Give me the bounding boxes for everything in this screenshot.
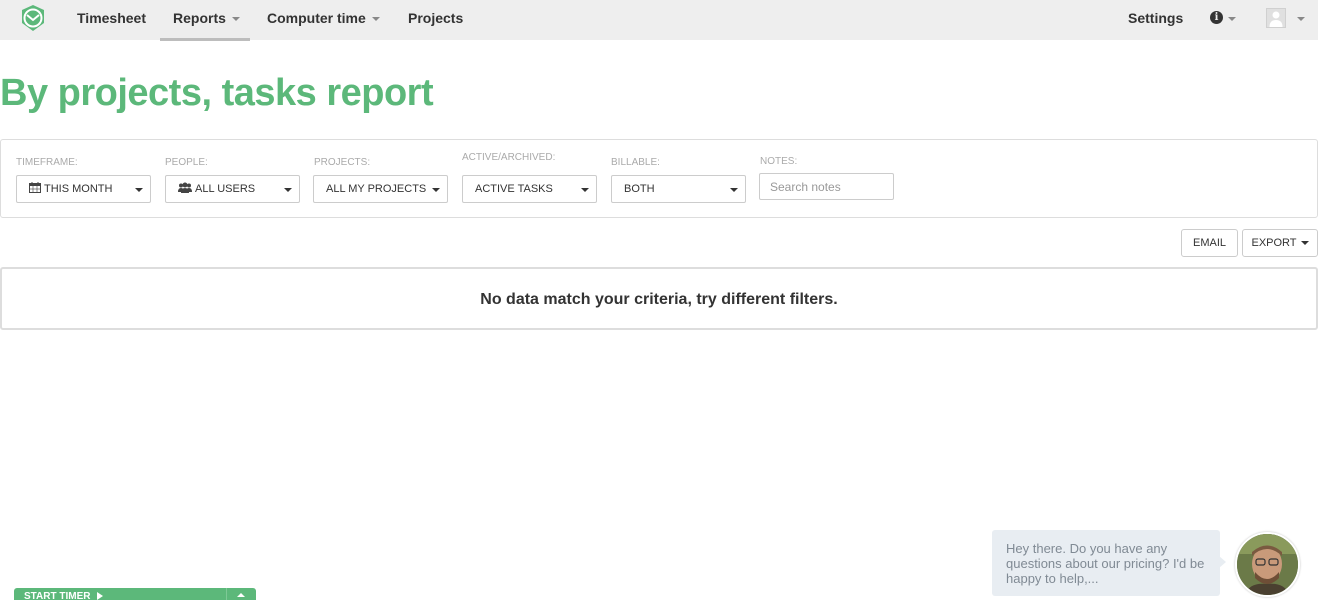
chevron-down-icon <box>432 188 440 192</box>
export-button-label: EXPORT <box>1251 237 1297 249</box>
chevron-down-icon <box>1300 241 1309 246</box>
timeframe-label: TIMEFRAME: <box>16 157 78 168</box>
chevron-down-icon <box>135 188 143 192</box>
notes-label: NOTES: <box>760 156 798 167</box>
chat-message-bubble[interactable]: Hey there. Do you have any questions abo… <box>992 530 1220 596</box>
chat-agent-avatar[interactable] <box>1235 532 1300 597</box>
nav-settings-label: Settings <box>1128 10 1184 26</box>
timeframe-value: THIS MONTH <box>44 183 113 195</box>
active-archived-label: ACTIVE/ARCHIVED: <box>462 152 556 163</box>
report-results-panel: No data match your criteria, try differe… <box>0 267 1318 330</box>
email-button[interactable]: EMAIL <box>1181 229 1238 257</box>
agent-photo-icon <box>1237 534 1298 595</box>
start-timer-label: START TIMER <box>24 591 91 600</box>
billable-label: BILLABLE: <box>611 157 660 168</box>
nav-settings[interactable]: Settings <box>1128 0 1183 40</box>
empty-state-message: No data match your criteria, try differe… <box>480 291 838 308</box>
billable-value: BOTH <box>624 183 655 195</box>
chat-bubble-pointer <box>1219 556 1226 568</box>
projects-select[interactable]: ALL MY PROJECTS <box>313 175 448 203</box>
info-menu-chevron-icon[interactable] <box>1228 17 1236 21</box>
projects-value: ALL MY PROJECTS <box>326 183 427 195</box>
notes-search-input[interactable] <box>759 173 894 200</box>
timeframe-select[interactable]: THIS MONTH <box>16 175 151 203</box>
top-navbar: Timesheet Reports Computer time Projects… <box>0 0 1318 41</box>
app-logo-icon[interactable] <box>18 3 48 33</box>
chat-message-text: Hey there. Do you have any questions abo… <box>1006 541 1205 586</box>
user-silhouette-icon <box>1269 11 1283 27</box>
nav-projects[interactable]: Projects <box>408 0 463 40</box>
timer-divider <box>226 588 227 600</box>
users-icon <box>178 182 192 193</box>
page-title: By projects, tasks report <box>0 72 434 114</box>
projects-label: PROJECTS: <box>314 157 371 168</box>
user-menu-chevron-icon[interactable] <box>1297 17 1305 21</box>
play-icon <box>97 592 104 600</box>
nav-computer-time-label: Computer time <box>267 10 366 26</box>
nav-timesheet[interactable]: Timesheet <box>77 0 146 40</box>
active-archived-select[interactable]: ACTIVE TASKS <box>462 175 597 203</box>
chevron-down-icon <box>730 188 738 192</box>
active-archived-value: ACTIVE TASKS <box>475 183 553 195</box>
nav-timesheet-label: Timesheet <box>77 10 146 26</box>
chevron-down-icon <box>371 17 380 22</box>
chevron-up-icon[interactable] <box>237 593 245 597</box>
people-value: ALL USERS <box>195 183 256 195</box>
chevron-down-icon <box>284 188 292 192</box>
user-avatar[interactable] <box>1266 8 1286 28</box>
start-timer-bar[interactable]: START TIMER <box>14 588 256 600</box>
nav-projects-label: Projects <box>408 10 464 26</box>
nav-reports[interactable]: Reports <box>173 0 240 40</box>
chevron-down-icon <box>581 188 589 192</box>
filters-panel: TIMEFRAME: THIS MONTH PEOPLE: ALL USERS … <box>0 139 1318 218</box>
start-timer-button[interactable]: START TIMER <box>24 591 104 600</box>
people-label: PEOPLE: <box>165 157 208 168</box>
nav-active-indicator <box>160 38 250 41</box>
email-button-label: EMAIL <box>1192 237 1226 249</box>
export-button[interactable]: EXPORT <box>1242 229 1318 257</box>
nav-computer-time[interactable]: Computer time <box>267 0 380 40</box>
calendar-icon <box>29 182 41 193</box>
info-icon[interactable]: i <box>1210 11 1223 24</box>
nav-reports-label: Reports <box>173 10 226 26</box>
billable-select[interactable]: BOTH <box>611 175 746 203</box>
chevron-down-icon <box>231 17 240 22</box>
people-select[interactable]: ALL USERS <box>165 175 300 203</box>
